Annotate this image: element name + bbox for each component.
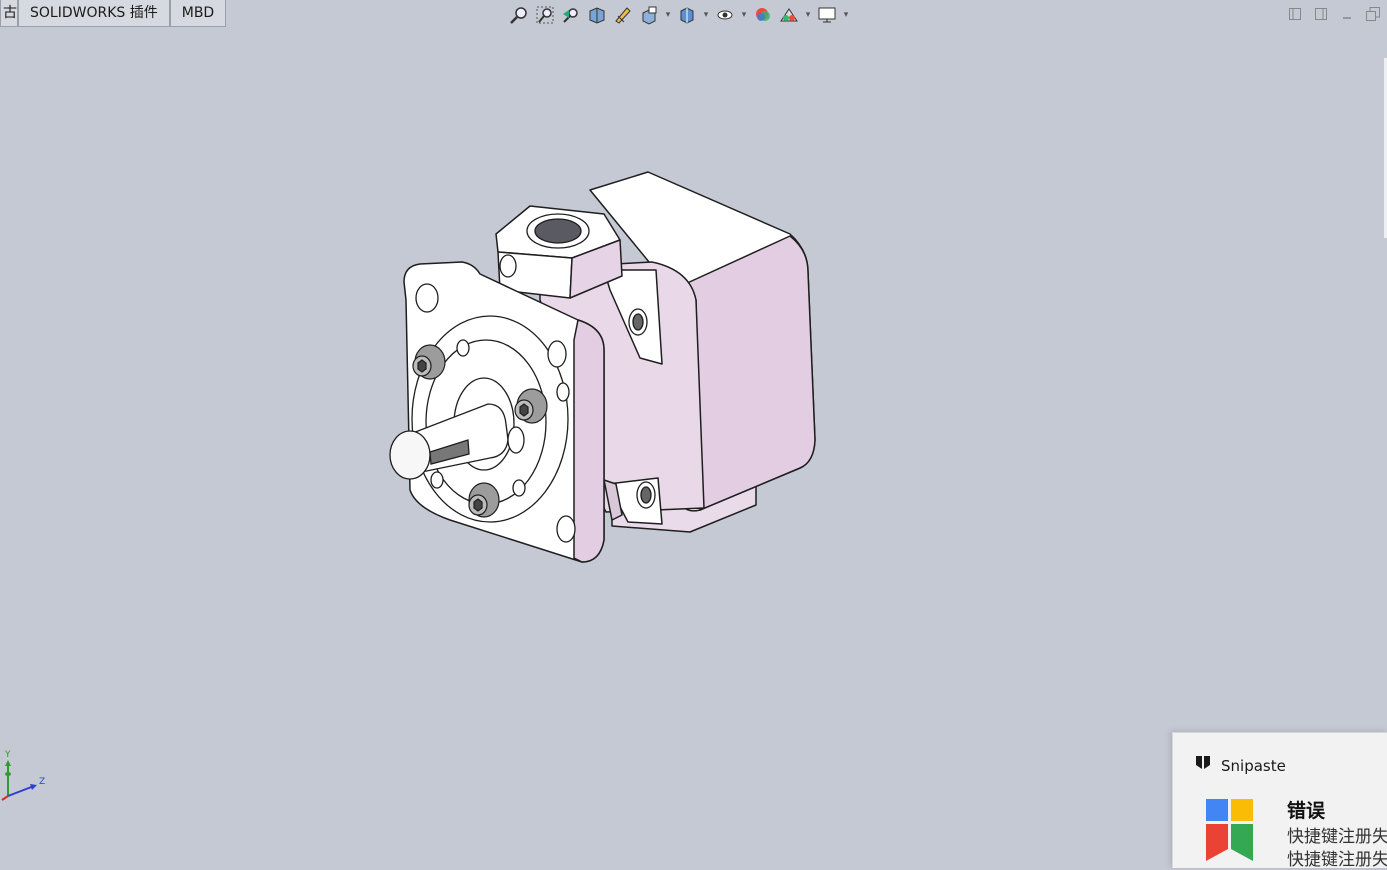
notification-title: 错误 xyxy=(1287,800,1326,822)
minimize-icon[interactable] xyxy=(1339,6,1355,22)
view-settings-dropdown[interactable]: ▾ xyxy=(842,10,850,20)
display-style-icon[interactable] xyxy=(676,4,698,26)
window-controls xyxy=(1287,6,1381,22)
view-orientation-icon[interactable] xyxy=(638,4,660,26)
dynamic-annotation-icon[interactable] xyxy=(612,4,634,26)
restore-icon[interactable] xyxy=(1365,6,1381,22)
heads-up-view-toolbar: ▾ ▾ ▾ ▾ ▾ xyxy=(508,4,850,26)
section-view-icon[interactable] xyxy=(586,4,608,26)
edit-appearance-icon[interactable] xyxy=(752,4,774,26)
zoom-to-area-icon[interactable] xyxy=(534,4,556,26)
apply-scene-dropdown[interactable]: ▾ xyxy=(804,10,812,20)
view-orientation-dropdown[interactable]: ▾ xyxy=(664,10,672,20)
zoom-to-fit-icon[interactable] xyxy=(508,4,530,26)
apply-scene-icon[interactable] xyxy=(778,4,800,26)
command-manager-tabs: 古 SOLIDWORKS 插件 MBD xyxy=(0,0,227,28)
hide-show-items-icon[interactable] xyxy=(714,4,736,26)
triad-y-label: Y xyxy=(4,750,11,760)
notification-app-name: Snipaste xyxy=(1221,757,1286,775)
tab-mbd[interactable]: MBD xyxy=(169,0,227,27)
tile-right-icon[interactable] xyxy=(1313,6,1329,22)
tab-solidworks-addins[interactable]: SOLIDWORKS 插件 xyxy=(18,0,170,27)
tile-left-icon[interactable] xyxy=(1287,6,1303,22)
display-style-dropdown[interactable]: ▾ xyxy=(702,10,710,20)
view-settings-icon[interactable] xyxy=(816,4,838,26)
snipaste-app-icon xyxy=(1195,755,1211,777)
previous-view-icon[interactable] xyxy=(560,4,582,26)
reference-triad: Y Z xyxy=(0,748,50,804)
snipaste-logo-icon xyxy=(1206,799,1254,867)
hide-show-items-dropdown[interactable]: ▾ xyxy=(740,10,748,20)
pump-part-model[interactable] xyxy=(380,160,830,580)
snipaste-notification[interactable]: Snipaste 错误 快捷键注册失 快捷键注册失 xyxy=(1172,732,1387,870)
notification-message-line-1: 快捷键注册失 xyxy=(1287,827,1387,847)
pump-part-drawing xyxy=(389,171,816,563)
tab-partial[interactable]: 古 xyxy=(0,0,18,27)
notification-message-line-2: 快捷键注册失 xyxy=(1287,850,1387,870)
triad-z-label: Z xyxy=(39,777,45,787)
